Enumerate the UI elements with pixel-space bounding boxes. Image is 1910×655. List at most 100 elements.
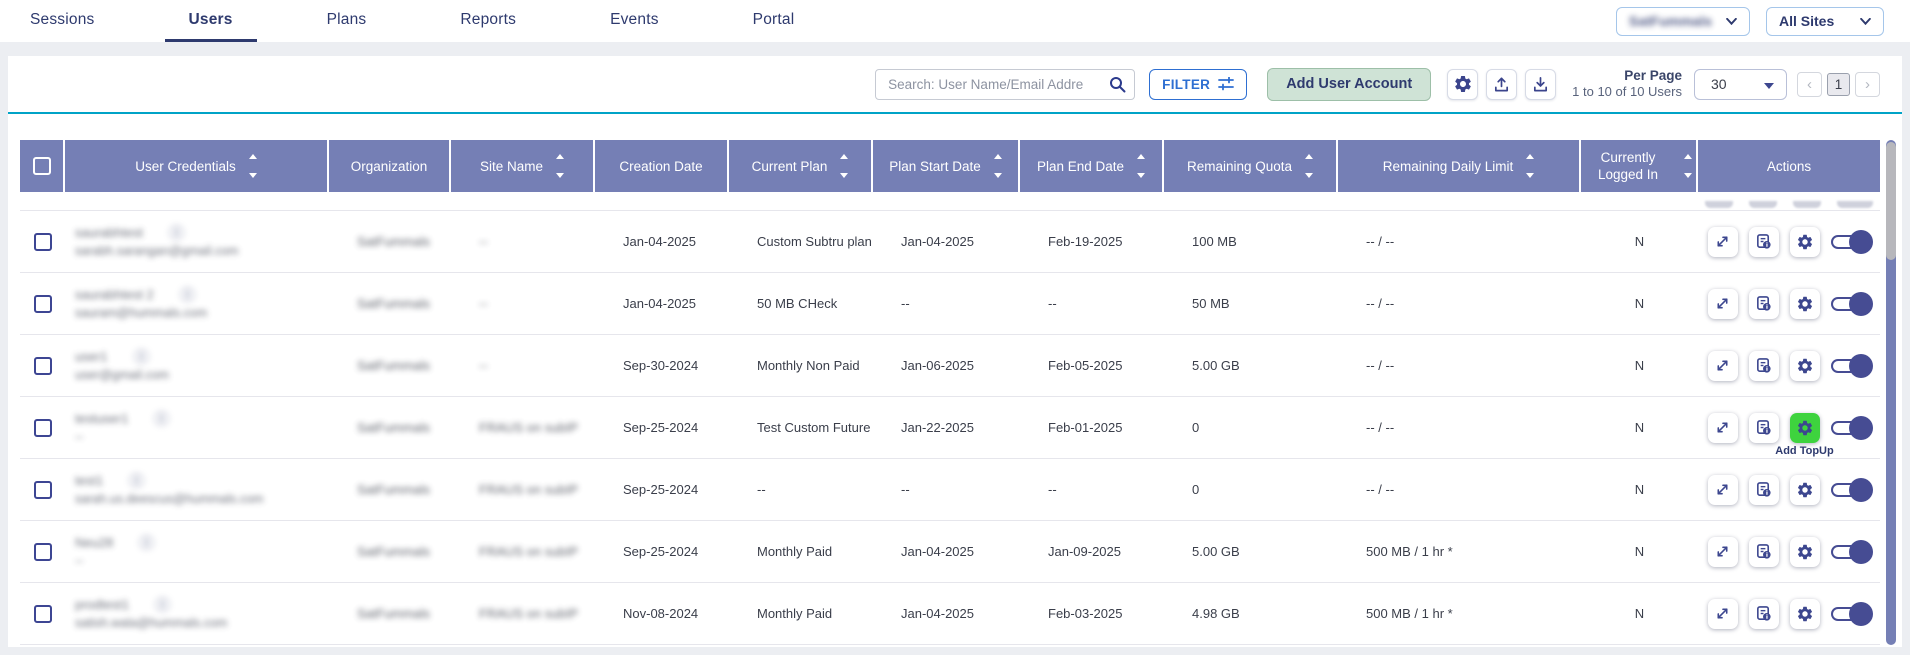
nav-tab-users[interactable]: Users: [189, 0, 233, 42]
user-badge-icon[interactable]: [129, 473, 144, 488]
user-badge-icon[interactable]: [139, 535, 154, 550]
upload-button[interactable]: [1486, 69, 1517, 100]
sort-arrows[interactable]: [1526, 150, 1534, 182]
plan-info-button[interactable]: [1749, 289, 1779, 319]
plan-info-button[interactable]: [1749, 599, 1779, 629]
nav-tab-sessions[interactable]: Sessions: [30, 0, 95, 42]
column-header-end[interactable]: Plan End Date: [1020, 140, 1164, 192]
column-header-site[interactable]: Site Name: [451, 140, 595, 192]
row-checkbox[interactable]: [34, 419, 52, 437]
sort-asc-icon[interactable]: [556, 154, 564, 159]
download-button[interactable]: [1525, 69, 1556, 100]
plan-info-button[interactable]: [1749, 413, 1779, 443]
user-settings-button[interactable]: [1790, 227, 1820, 257]
sort-asc-icon[interactable]: [1684, 154, 1692, 159]
sort-arrows[interactable]: [1137, 150, 1145, 182]
select-all-checkbox[interactable]: [33, 157, 51, 175]
add-topup-button[interactable]: Add TopUp: [1790, 413, 1820, 443]
sites-dropdown[interactable]: All Sites: [1766, 7, 1884, 36]
filter-button[interactable]: FILTER: [1149, 69, 1247, 100]
nav-tab-reports[interactable]: Reports: [460, 0, 516, 42]
user-settings-button[interactable]: [1790, 537, 1820, 567]
user-badge-icon[interactable]: [154, 411, 169, 426]
user-settings-button[interactable]: [1790, 599, 1820, 629]
column-header-org[interactable]: Organization: [329, 140, 451, 192]
user-badge-icon[interactable]: [134, 349, 149, 364]
sort-desc-icon[interactable]: [1305, 173, 1313, 178]
sort-arrows[interactable]: [994, 150, 1002, 182]
sort-asc-icon[interactable]: [840, 154, 848, 159]
sort-asc-icon[interactable]: [1526, 154, 1534, 159]
plan-info-button[interactable]: [1749, 475, 1779, 505]
user-badge-icon[interactable]: [169, 225, 184, 240]
search-input[interactable]: [875, 69, 1135, 100]
column-header-created[interactable]: Creation Date: [595, 140, 729, 192]
column-header-user[interactable]: User Credentials: [65, 140, 329, 192]
column-settings-button[interactable]: [1447, 69, 1478, 100]
sort-arrows[interactable]: [1305, 150, 1313, 182]
sort-desc-icon[interactable]: [1526, 173, 1534, 178]
expand-user-button[interactable]: [1708, 227, 1738, 257]
nav-tab-portal[interactable]: Portal: [753, 0, 795, 42]
username-text: testuser1: [75, 409, 128, 428]
row-checkbox[interactable]: [34, 605, 52, 623]
sort-arrows[interactable]: [249, 150, 257, 182]
column-header-start[interactable]: Plan Start Date: [873, 140, 1020, 192]
expand-user-button[interactable]: [1708, 413, 1738, 443]
user-enabled-toggle[interactable]: [1831, 292, 1871, 316]
column-header-daily[interactable]: Remaining Daily Limit: [1338, 140, 1581, 192]
sort-desc-icon[interactable]: [249, 173, 257, 178]
scrollbar-thumb[interactable]: [1886, 142, 1896, 260]
sort-desc-icon[interactable]: [1684, 173, 1692, 178]
add-user-account-button[interactable]: Add User Account: [1267, 68, 1431, 101]
expand-user-button[interactable]: [1708, 599, 1738, 629]
user-badge-icon[interactable]: [155, 597, 170, 612]
row-checkbox[interactable]: [34, 295, 52, 313]
prev-page-button[interactable]: ‹: [1797, 72, 1822, 97]
plan-info-button[interactable]: [1749, 351, 1779, 381]
user-enabled-toggle[interactable]: [1831, 602, 1871, 626]
nav-tab-plans[interactable]: Plans: [327, 0, 367, 42]
column-header-plan[interactable]: Current Plan: [729, 140, 873, 192]
user-enabled-toggle[interactable]: [1831, 540, 1871, 564]
column-header-logged[interactable]: Currently Logged In: [1581, 140, 1698, 192]
user-enabled-toggle[interactable]: [1831, 230, 1871, 254]
sort-desc-icon[interactable]: [840, 173, 848, 178]
expand-user-button[interactable]: [1708, 475, 1738, 505]
user-settings-button[interactable]: [1790, 351, 1820, 381]
row-checkbox[interactable]: [34, 357, 52, 375]
next-page-button[interactable]: ›: [1855, 72, 1880, 97]
expand-user-button[interactable]: [1708, 351, 1738, 381]
row-checkbox[interactable]: [34, 233, 52, 251]
sort-desc-icon[interactable]: [994, 173, 1002, 178]
expand-user-button[interactable]: [1708, 537, 1738, 567]
sort-asc-icon[interactable]: [249, 154, 257, 159]
column-header-quota[interactable]: Remaining Quota: [1164, 140, 1338, 192]
per-page-select[interactable]: 30: [1694, 69, 1787, 100]
sort-arrows[interactable]: [1684, 150, 1692, 182]
expand-user-button[interactable]: [1708, 289, 1738, 319]
sort-arrows[interactable]: [840, 150, 848, 182]
table-scrollbar[interactable]: [1886, 140, 1896, 645]
user-enabled-toggle[interactable]: [1831, 354, 1871, 378]
sort-arrows[interactable]: [556, 150, 564, 182]
column-header-actions[interactable]: Actions: [1698, 140, 1880, 192]
row-checkbox[interactable]: [34, 543, 52, 561]
user-settings-button[interactable]: [1790, 289, 1820, 319]
sort-asc-icon[interactable]: [1137, 154, 1145, 159]
search-icon[interactable]: [1109, 76, 1126, 93]
sort-asc-icon[interactable]: [994, 154, 1002, 159]
row-checkbox[interactable]: [34, 481, 52, 499]
user-enabled-toggle[interactable]: [1831, 416, 1871, 440]
user-enabled-toggle[interactable]: [1831, 478, 1871, 502]
current-page-button[interactable]: 1: [1827, 73, 1850, 96]
nav-tab-events[interactable]: Events: [610, 0, 659, 42]
sort-desc-icon[interactable]: [556, 173, 564, 178]
plan-info-button[interactable]: [1749, 227, 1779, 257]
organization-dropdown[interactable]: SatFummals: [1616, 7, 1750, 36]
plan-info-button[interactable]: [1749, 537, 1779, 567]
sort-desc-icon[interactable]: [1137, 173, 1145, 178]
user-badge-icon[interactable]: [180, 287, 195, 302]
user-settings-button[interactable]: [1790, 475, 1820, 505]
sort-asc-icon[interactable]: [1305, 154, 1313, 159]
